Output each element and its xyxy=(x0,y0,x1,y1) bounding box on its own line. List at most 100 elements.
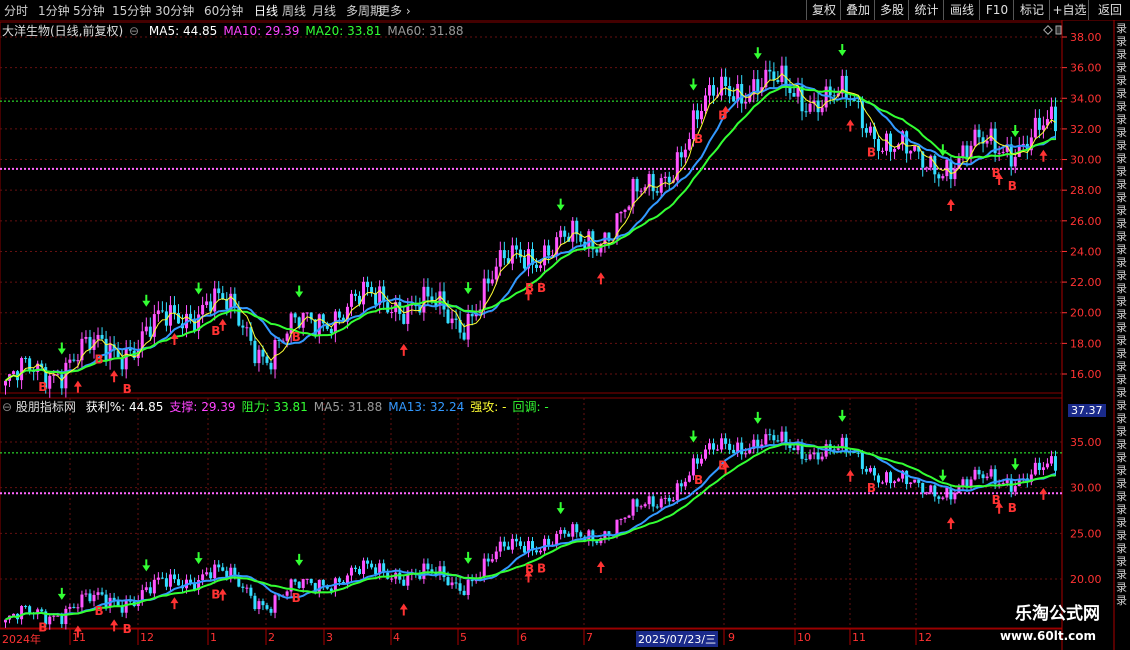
candle xyxy=(1001,151,1005,153)
buy-mark-9: B xyxy=(867,146,876,160)
ind-buy-mark-11: B xyxy=(1008,501,1017,515)
ma-label-1: MA10: 29.39 xyxy=(223,24,300,38)
ind-sell-arrow-1 xyxy=(142,559,151,572)
ind-candle xyxy=(249,587,253,596)
price-label-0: 38.00 xyxy=(1070,31,1102,44)
candle xyxy=(687,139,691,150)
candle xyxy=(937,174,941,179)
ind-candle xyxy=(961,479,965,487)
candle xyxy=(756,79,760,93)
ind-candle xyxy=(905,470,909,485)
ind-candle xyxy=(176,579,180,586)
candle xyxy=(144,326,148,332)
candle xyxy=(402,313,406,324)
ind-candle xyxy=(953,493,957,500)
candle xyxy=(514,245,518,250)
ind-candle xyxy=(547,538,551,545)
ind-sell-arrow-7 xyxy=(753,411,762,424)
buy-mark-6: B xyxy=(537,281,546,295)
candle xyxy=(100,334,104,339)
candle xyxy=(329,328,333,334)
ind-candle xyxy=(40,609,44,612)
collapse-icon[interactable]: ⊖ xyxy=(129,24,139,38)
candle xyxy=(905,131,909,154)
ind-candle xyxy=(563,530,567,534)
ind-candle xyxy=(913,479,917,483)
candle xyxy=(909,150,913,154)
ind-candle xyxy=(655,506,659,508)
buy-arrow-4 xyxy=(399,343,408,356)
stock-chart[interactable]: 38.00 36.00 34.00 32.00 30.00 28.00 26.00 24.00… xyxy=(0,0,1130,650)
ind-candle xyxy=(390,578,394,580)
ind-candle xyxy=(945,487,949,498)
ind-candle xyxy=(860,452,864,469)
price-label-10: 18.00 xyxy=(1070,337,1102,350)
candle xyxy=(172,305,176,314)
date-label-3: 1 xyxy=(210,631,217,644)
ind-candle xyxy=(744,453,748,455)
candle xyxy=(997,152,1001,154)
ind-candle xyxy=(937,496,941,499)
ind-candle xyxy=(470,579,474,582)
ind-candle xyxy=(213,564,217,579)
ind-price-label-1: 30.00 xyxy=(1070,482,1102,495)
candle xyxy=(48,375,52,389)
candle xyxy=(832,95,836,97)
candle xyxy=(148,326,152,337)
buy-arrow-1 xyxy=(110,370,119,383)
candle xyxy=(189,313,193,319)
ind-candle xyxy=(732,449,736,454)
ind-candle xyxy=(490,559,494,562)
sell-arrow-2 xyxy=(194,282,203,295)
candle xyxy=(663,176,667,179)
price-label-9: 20.00 xyxy=(1070,307,1102,320)
ind-candle xyxy=(269,608,273,613)
candle xyxy=(695,110,699,120)
candle xyxy=(486,278,490,284)
date-label-11: 9 xyxy=(728,631,735,644)
candle xyxy=(160,310,164,312)
date-label-12: 10 xyxy=(797,631,811,644)
ind-candle xyxy=(876,475,880,483)
watermark-name: 乐淘公式网 xyxy=(1015,604,1100,624)
ind-candle xyxy=(872,468,876,476)
ind-candle xyxy=(615,519,619,536)
date-label-7: 5 xyxy=(460,631,467,644)
ind-candle xyxy=(989,469,993,477)
indicator-label-0: 获利%: 44.85 xyxy=(85,400,164,414)
candle xyxy=(454,318,458,320)
date-label-8: 6 xyxy=(520,631,527,644)
ma-line-yellow xyxy=(5,73,1056,382)
ind-buy-mark-8: B xyxy=(718,459,727,473)
ind-candle xyxy=(261,601,265,606)
ind-candle xyxy=(571,524,575,537)
candle xyxy=(985,140,989,144)
candle xyxy=(575,220,579,235)
candle xyxy=(253,340,257,364)
ind-candle xyxy=(792,448,796,451)
candle xyxy=(28,358,32,371)
ind-candle xyxy=(172,574,176,580)
candle xyxy=(824,86,828,108)
candle xyxy=(651,174,655,192)
ind-candle xyxy=(80,594,84,608)
ind-candle xyxy=(675,483,679,501)
ind-candle xyxy=(623,517,627,519)
candle xyxy=(945,159,949,177)
ind-candle xyxy=(647,496,651,505)
ind-candle xyxy=(12,613,16,616)
ind-candle xyxy=(514,538,518,542)
ind-candle xyxy=(285,591,289,596)
ind-candle xyxy=(820,456,824,460)
ind-candle xyxy=(808,454,812,460)
price-label-1: 36.00 xyxy=(1070,62,1102,75)
ind-candle xyxy=(482,558,486,578)
candle xyxy=(386,302,390,313)
ind-candle xyxy=(160,577,164,579)
buy-mark-3: B xyxy=(211,324,220,338)
ind-candle xyxy=(1045,463,1049,468)
ind-candle xyxy=(973,469,977,480)
ind-candle xyxy=(353,567,357,569)
collapse-icon[interactable]: ⊖ xyxy=(2,400,12,414)
candle xyxy=(961,145,965,157)
